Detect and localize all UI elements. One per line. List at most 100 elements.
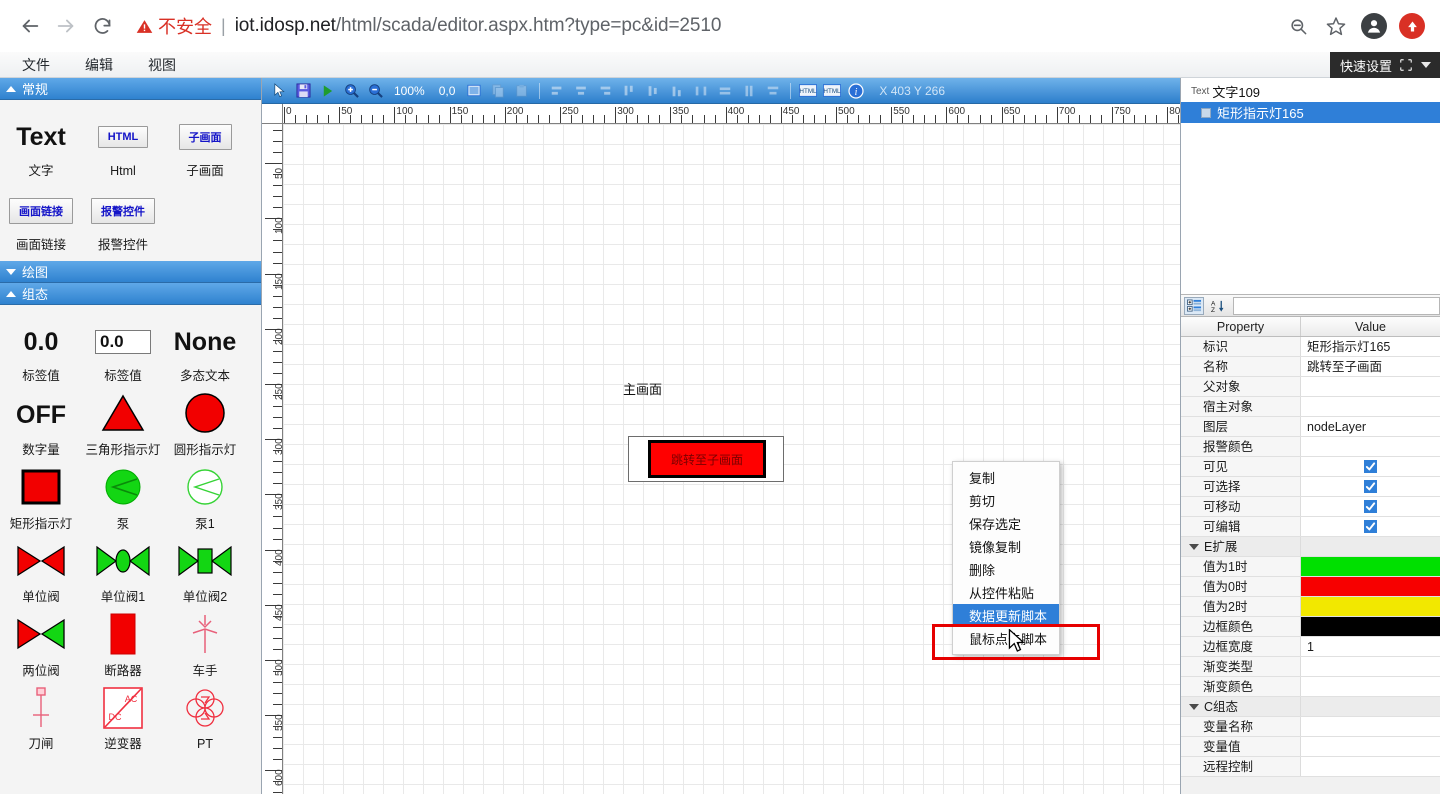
pump1-icon[interactable] xyxy=(183,465,227,514)
pt-icon[interactable] xyxy=(181,684,229,737)
context-menu[interactable]: 复制 剪切 保存选定 镜像复制 删除 从控件粘贴 数据更新脚本 鼠标点击脚本 xyxy=(952,461,1060,655)
property-value[interactable] xyxy=(1301,677,1440,696)
property-row[interactable]: 变量值 xyxy=(1181,737,1440,757)
property-row[interactable]: 值为2时 xyxy=(1181,597,1440,617)
property-row[interactable]: 可见 xyxy=(1181,457,1440,477)
palette-item-circle-indicator[interactable]: 圆形指示灯 xyxy=(164,387,246,461)
palette-item-pt[interactable]: PT xyxy=(164,681,246,755)
distribute-horizontal-button[interactable] xyxy=(690,80,712,102)
align-middle-button[interactable] xyxy=(642,80,664,102)
context-menu-item-7[interactable]: 鼠标点击脚本 xyxy=(953,627,1059,650)
checkbox-checked-icon[interactable] xyxy=(1364,480,1377,493)
same-width-button[interactable] xyxy=(714,80,736,102)
pump-icon[interactable] xyxy=(101,465,145,514)
alphabetical-sort-button[interactable]: A Z xyxy=(1207,297,1227,315)
rect-indicator-icon[interactable] xyxy=(20,468,62,511)
palette-item-pump[interactable]: 泵 xyxy=(82,461,164,535)
align-right-button[interactable] xyxy=(594,80,616,102)
trolley-icon[interactable] xyxy=(183,613,227,660)
text-icon[interactable]: Text xyxy=(16,123,66,152)
property-value[interactable]: 跳转至子画面 xyxy=(1301,357,1440,376)
object-tree[interactable]: Text 文字109 矩形指示灯165 xyxy=(1181,78,1440,295)
context-menu-item-0[interactable]: 复制 xyxy=(953,466,1059,489)
property-value[interactable] xyxy=(1301,577,1440,596)
property-value[interactable] xyxy=(1301,517,1440,536)
run-button[interactable] xyxy=(316,80,338,102)
property-row[interactable]: 标识 矩形指示灯165 xyxy=(1181,337,1440,357)
palette-item-html-button[interactable]: HTML Html xyxy=(82,108,164,182)
menu-item-file[interactable]: 文件 xyxy=(22,55,50,75)
disconnector-icon[interactable] xyxy=(26,685,56,736)
property-value[interactable] xyxy=(1301,377,1440,396)
property-row[interactable]: 父对象 xyxy=(1181,377,1440,397)
property-row[interactable]: 变量名称 xyxy=(1181,717,1440,737)
subscreen-button-icon[interactable]: 子画面 xyxy=(178,124,232,150)
multistate-text-icon[interactable]: None xyxy=(174,328,237,357)
property-row[interactable]: 可编辑 xyxy=(1181,517,1440,537)
zoom-out-button[interactable] xyxy=(364,80,386,102)
property-row[interactable]: 渐变颜色 xyxy=(1181,677,1440,697)
property-row[interactable]: 值为1时 xyxy=(1181,557,1440,577)
palette-item-triangle-indicator[interactable]: 三角形指示灯 xyxy=(82,387,164,461)
tag-value-icon[interactable]: 0.0 xyxy=(24,328,59,357)
quick-settings-panel[interactable]: 快速设置 xyxy=(1329,52,1440,78)
property-value[interactable] xyxy=(1301,457,1440,476)
copy-button[interactable] xyxy=(487,80,509,102)
property-value[interactable] xyxy=(1301,477,1440,496)
palette-item-alarm-widget-button[interactable]: 报警控件 报警控件 xyxy=(82,182,164,256)
palette-item-unit-valve-2[interactable]: 单位阀2 xyxy=(164,534,246,608)
tree-node[interactable]: 矩形指示灯165 xyxy=(1181,102,1440,123)
html-tag-button-2[interactable]: HTML xyxy=(821,80,843,102)
property-value[interactable] xyxy=(1301,617,1440,636)
property-value[interactable]: 矩形指示灯165 xyxy=(1301,337,1440,356)
bookmark-button[interactable] xyxy=(1320,10,1352,42)
checkbox-checked-icon[interactable] xyxy=(1364,500,1377,513)
context-menu-item-1[interactable]: 剪切 xyxy=(953,489,1059,512)
profile-button[interactable] xyxy=(1358,10,1390,42)
property-value[interactable]: 1 xyxy=(1301,637,1440,656)
property-value[interactable] xyxy=(1301,597,1440,616)
property-row[interactable]: 边框颜色 xyxy=(1181,617,1440,637)
property-row[interactable]: 名称 跳转至子画面 xyxy=(1181,357,1440,377)
align-bottom-button[interactable] xyxy=(666,80,688,102)
palette-item-inverter[interactable]: AC DC 逆变器 xyxy=(82,681,164,755)
context-menu-item-6[interactable]: 数据更新脚本 xyxy=(953,604,1059,627)
property-row[interactable]: 值为0时 xyxy=(1181,577,1440,597)
tree-node[interactable]: Text 文字109 xyxy=(1181,81,1440,102)
save-button[interactable] xyxy=(292,80,314,102)
unit-valve-1-icon[interactable] xyxy=(94,543,152,584)
color-swatch[interactable] xyxy=(1301,597,1440,616)
align-top-button[interactable] xyxy=(618,80,640,102)
color-swatch[interactable] xyxy=(1301,557,1440,576)
rect-indicator-element[interactable]: 跳转至子画面 xyxy=(648,440,766,478)
fit-screen-button[interactable] xyxy=(463,80,485,102)
palette-item-multistate-text[interactable]: None 多态文本 xyxy=(164,313,246,387)
property-category-row[interactable]: C组态 xyxy=(1181,697,1440,717)
palette-item-two-position-valve[interactable]: 两位阀 xyxy=(0,608,82,682)
palette-section-2[interactable]: 组态 xyxy=(0,283,261,306)
palette-item-unit-valve[interactable]: 单位阀 xyxy=(0,534,82,608)
digital-value-icon[interactable]: OFF xyxy=(16,401,66,430)
inverter-icon[interactable]: AC DC xyxy=(100,685,146,736)
palette-item-disconnector[interactable]: 刀闸 xyxy=(0,681,82,755)
property-value[interactable] xyxy=(1301,657,1440,676)
palette-item-text[interactable]: Text 文字 xyxy=(0,108,82,182)
palette-item-subscreen-button[interactable]: 子画面 子画面 xyxy=(164,108,246,182)
html-button-icon[interactable]: HTML xyxy=(97,126,149,148)
menu-item-edit[interactable]: 编辑 xyxy=(85,55,113,75)
triangle-indicator-icon[interactable] xyxy=(101,393,145,438)
alarm-widget-button-icon[interactable]: 报警控件 xyxy=(91,197,155,224)
select-tool-button[interactable] xyxy=(268,80,290,102)
distribute-vertical-button[interactable] xyxy=(762,80,784,102)
property-row[interactable]: 宿主对象 xyxy=(1181,397,1440,417)
context-menu-item-2[interactable]: 保存选定 xyxy=(953,512,1059,535)
unit-valve-icon[interactable] xyxy=(15,543,67,584)
back-button[interactable] xyxy=(12,8,48,44)
checkbox-checked-icon[interactable] xyxy=(1364,520,1377,533)
address-bar[interactable]: 不安全 | iot.idosp.net/html/scada/editor.as… xyxy=(126,9,1274,43)
breaker-icon[interactable] xyxy=(105,612,141,661)
move-crosshair-icon[interactable] xyxy=(1399,58,1413,72)
zoom-out-button[interactable] xyxy=(1282,10,1314,42)
property-value[interactable] xyxy=(1301,437,1440,456)
context-menu-item-4[interactable]: 删除 xyxy=(953,558,1059,581)
